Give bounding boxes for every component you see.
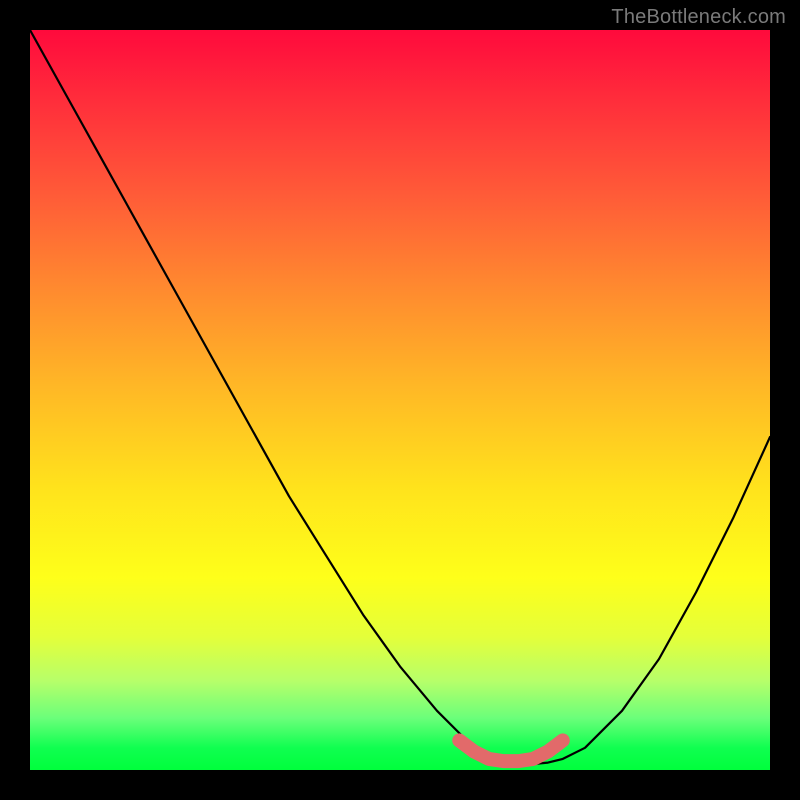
accent-segment [459, 740, 563, 761]
chart-container: TheBottleneck.com [0, 0, 800, 800]
watermark-text: TheBottleneck.com [611, 6, 786, 29]
curve-svg [30, 30, 770, 770]
bottleneck-curve [30, 30, 770, 764]
plot-area [30, 30, 770, 770]
